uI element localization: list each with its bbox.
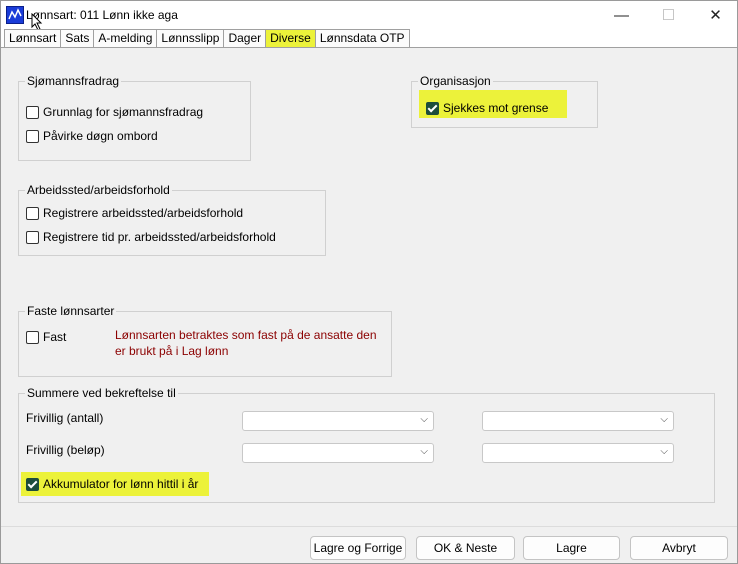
checkbox-sjekkes-mot-grense[interactable]: Sjekkes mot grense bbox=[426, 101, 548, 115]
checkbox-box[interactable] bbox=[26, 330, 39, 344]
checkbox-box[interactable] bbox=[26, 129, 39, 143]
chevron-down-icon: ⌵ bbox=[660, 414, 668, 425]
faste-note: Lønnsarten betraktes som fast på de ansa… bbox=[115, 328, 377, 358]
chevron-down-icon: ⌵ bbox=[420, 446, 428, 457]
checkbox-box-checked[interactable] bbox=[26, 477, 39, 491]
title-bar: Lønnsart: 011 Lønn ikke aga — ☐ ✕ bbox=[1, 1, 737, 31]
dropdown-frivillig-antall-1[interactable]: ⌵ bbox=[242, 411, 434, 431]
tab-content-diverse: Sjømannsfradrag Grunnlag for sjømannsfra… bbox=[1, 48, 737, 526]
minimize-button[interactable]: — bbox=[599, 1, 644, 29]
tab-a-melding[interactable]: A-melding bbox=[93, 29, 158, 47]
dropdown-frivillig-belop-2[interactable]: ⌵ bbox=[482, 443, 674, 463]
checkbox-pavirke-dogn-ombord[interactable]: Påvirke døgn ombord bbox=[26, 129, 158, 143]
maximize-icon: ☐ bbox=[661, 7, 676, 24]
group-title-organisasjon: Organisasjon bbox=[418, 74, 493, 88]
checkbox-box[interactable] bbox=[26, 105, 39, 119]
chevron-down-icon: ⌵ bbox=[660, 446, 668, 457]
group-title-faste: Faste lønnsarter bbox=[25, 304, 117, 318]
label-frivillig-belop: Frivillig (beløp) bbox=[26, 443, 105, 457]
dropdown-frivillig-antall-2[interactable]: ⌵ bbox=[482, 411, 674, 431]
ok-neste-button[interactable]: OK & Neste bbox=[416, 536, 515, 560]
group-title-sjomannsfradrag: Sjømannsfradrag bbox=[25, 74, 122, 88]
group-title-arbeidssted: Arbeidssted/arbeidsforhold bbox=[25, 183, 172, 197]
checkbox-box[interactable] bbox=[26, 230, 39, 244]
checkbox-label: Sjekkes mot grense bbox=[443, 101, 549, 115]
checkbox-label: Registrere arbeidssted/arbeidsforhold bbox=[43, 206, 244, 220]
tab-strip: Lønnsart Sats A-melding Lønnsslipp Dager… bbox=[4, 29, 410, 47]
group-title-summere: Summere ved bekreftelse til bbox=[25, 386, 178, 400]
maximize-button[interactable]: ☐ bbox=[646, 1, 691, 29]
checkbox-label: Grunnlag for sjømannsfradrag bbox=[43, 105, 204, 119]
checkbox-registrere-tid[interactable]: Registrere tid pr. arbeidssted/arbeidsfo… bbox=[26, 230, 276, 244]
checkbox-grunnlag-sjomannsfradrag[interactable]: Grunnlag for sjømannsfradrag bbox=[26, 105, 203, 119]
checkbox-fast[interactable]: Fast bbox=[26, 330, 66, 344]
tab-diverse[interactable]: Diverse bbox=[265, 29, 316, 47]
checkbox-label: Registrere tid pr. arbeidssted/arbeidsfo… bbox=[43, 230, 276, 244]
tab-sats[interactable]: Sats bbox=[60, 29, 95, 47]
close-icon: ✕ bbox=[709, 7, 722, 24]
tab-lonnsslipp[interactable]: Lønnsslipp bbox=[156, 29, 225, 47]
close-button[interactable]: ✕ bbox=[693, 1, 737, 29]
tab-lonnsdata-otp[interactable]: Lønnsdata OTP bbox=[314, 29, 410, 47]
checkbox-label: Akkumulator for lønn hittil i år bbox=[43, 477, 199, 491]
chevron-down-icon: ⌵ bbox=[420, 414, 428, 425]
tab-lonnsart[interactable]: Lønnsart bbox=[4, 29, 62, 47]
label-frivillig-antall: Frivillig (antall) bbox=[26, 411, 104, 425]
window-title: Lønnsart: 011 Lønn ikke aga bbox=[26, 8, 178, 22]
lagre-og-forrige-button[interactable]: Lagre og Forrige bbox=[310, 536, 406, 560]
tab-dager[interactable]: Dager bbox=[223, 29, 267, 47]
dialog-window: Lønnsart: 011 Lønn ikke aga — ☐ ✕ Lønnsa… bbox=[0, 0, 738, 564]
checkbox-registrere-arbeidssted[interactable]: Registrere arbeidssted/arbeidsforhold bbox=[26, 206, 243, 220]
group-sjomannsfradrag: Sjømannsfradrag bbox=[18, 74, 251, 161]
dropdown-frivillig-belop-1[interactable]: ⌵ bbox=[242, 443, 434, 463]
group-arbeidssted: Arbeidssted/arbeidsforhold bbox=[18, 183, 326, 256]
button-bar: Lagre og Forrige OK & Neste Lagre Avbryt bbox=[1, 526, 737, 563]
checkbox-box-checked[interactable] bbox=[426, 101, 439, 115]
checkbox-box[interactable] bbox=[26, 206, 39, 220]
app-icon bbox=[6, 6, 24, 24]
checkbox-akkumulator[interactable]: Akkumulator for lønn hittil i år bbox=[26, 477, 198, 491]
lagre-button[interactable]: Lagre bbox=[523, 536, 620, 560]
checkbox-label: Fast bbox=[43, 330, 67, 344]
checkbox-label: Påvirke døgn ombord bbox=[43, 129, 158, 143]
minimize-icon: — bbox=[614, 6, 629, 24]
avbryt-button[interactable]: Avbryt bbox=[630, 536, 728, 560]
